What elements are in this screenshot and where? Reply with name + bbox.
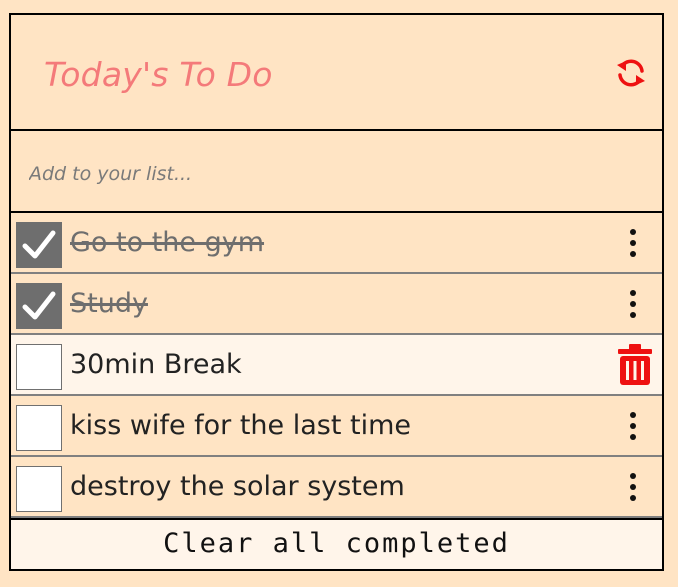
more-options-icon[interactable] [623,229,643,259]
list-item[interactable]: Study [11,274,662,335]
todo-list: Go to the gym Study 30min Break kiss wif… [11,213,662,518]
checkbox-unchecked[interactable] [16,344,62,390]
clear-completed-button[interactable]: Clear all completed [11,518,662,569]
checkbox-checked[interactable] [16,283,62,329]
trash-icon[interactable] [616,344,654,386]
todo-text: destroy the solar system [70,471,405,502]
list-item[interactable]: Go to the gym [11,213,662,274]
header: Today's To Do [11,15,662,131]
add-item-row [11,131,662,213]
checkmark-icon [22,230,56,259]
todo-card: Today's To Do Go to the gym [9,13,664,571]
todo-text: Go to the gym [70,227,265,258]
more-options-icon[interactable] [623,473,643,503]
todo-text: 30min Break [70,349,242,380]
more-options-icon[interactable] [623,290,643,320]
list-item[interactable]: destroy the solar system [11,457,662,518]
more-options-icon[interactable] [623,412,643,442]
checkbox-unchecked[interactable] [16,405,62,451]
todo-text: kiss wife for the last time [70,410,412,441]
todo-text: Study [70,288,148,319]
checkbox-checked[interactable] [16,222,62,268]
clear-completed-label: Clear all completed [163,528,510,559]
refresh-icon[interactable] [613,55,649,91]
add-item-input[interactable] [27,153,591,195]
list-item[interactable]: 30min Break [11,335,662,396]
page-title: Today's To Do [44,55,273,94]
list-item[interactable]: kiss wife for the last time [11,396,662,457]
checkbox-unchecked[interactable] [16,466,62,512]
checkmark-icon [22,291,56,320]
